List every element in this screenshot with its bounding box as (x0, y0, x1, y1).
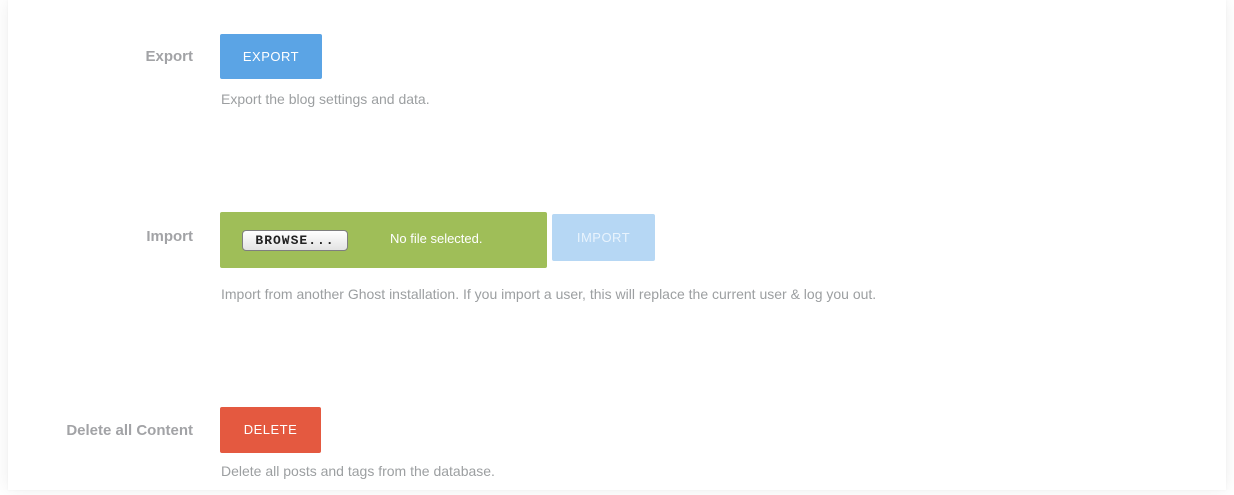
file-status-text: No file selected. (390, 231, 483, 246)
file-input[interactable]: BROWSE... No file selected. (220, 212, 547, 268)
delete-label: Delete all Content (66, 422, 193, 439)
delete-help-text: Delete all posts and tags from the datab… (221, 463, 495, 479)
browse-button[interactable]: BROWSE... (242, 230, 348, 251)
export-help-text: Export the blog settings and data. (221, 91, 430, 107)
import-button[interactable]: IMPORT (552, 214, 655, 261)
delete-button[interactable]: DELETE (220, 407, 321, 453)
import-help-text: Import from another Ghost installation. … (221, 286, 877, 302)
export-label: Export (145, 48, 193, 65)
settings-panel: Export EXPORT Export the blog settings a… (8, 0, 1226, 490)
import-label: Import (146, 228, 193, 245)
export-button[interactable]: EXPORT (220, 34, 322, 79)
